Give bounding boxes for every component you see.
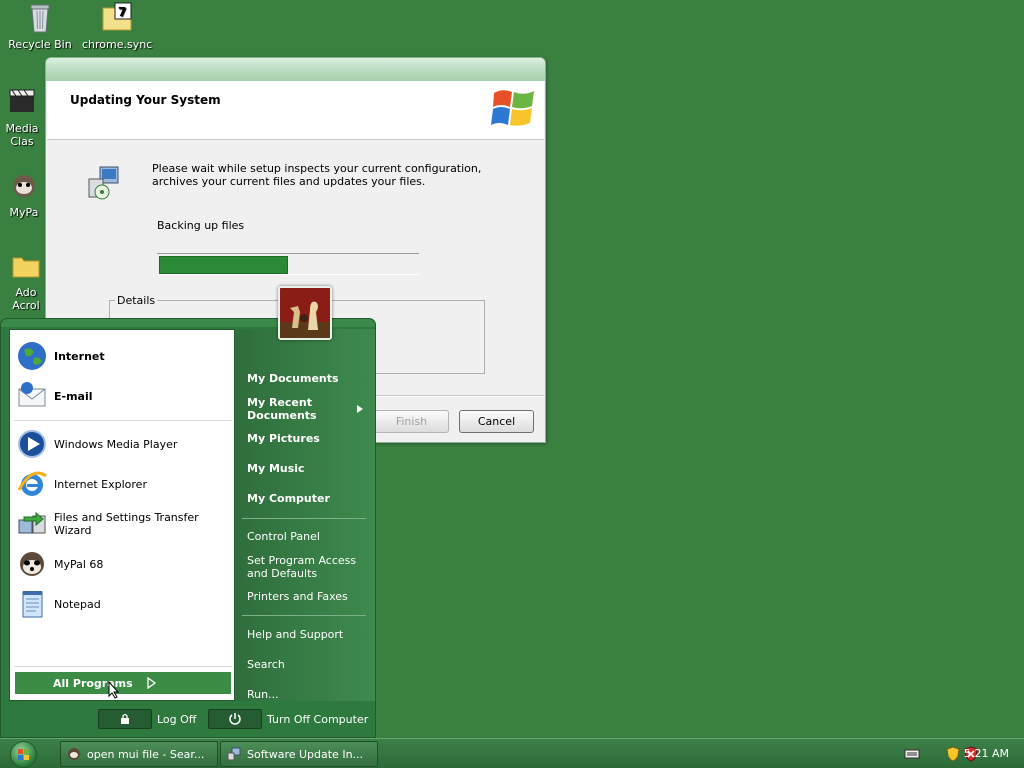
start-item-label: Notepad <box>54 597 101 611</box>
desktop-icon-media-classic[interactable]: Media Clas <box>0 86 45 148</box>
start-item-transfer-wizard[interactable]: Files and Settings Transfer Wizard <box>16 506 230 542</box>
power-icon <box>208 709 262 729</box>
log-off-button[interactable]: Log Off <box>98 709 196 729</box>
start-button[interactable] <box>10 741 37 768</box>
start-menu-right-pane: My Documents My Recent Documents My Pict… <box>236 329 375 701</box>
setup-icon <box>86 165 122 201</box>
all-programs-label: All Programs <box>53 676 133 690</box>
windows-logo-icon <box>490 85 538 133</box>
start-item-notepad[interactable]: Notepad <box>16 586 230 622</box>
start-menu-separator <box>242 615 366 616</box>
turn-off-label: Turn Off Computer <box>267 712 369 726</box>
start-menu: Internet E-mail Windows Media Player Int… <box>0 318 376 738</box>
desktop-icon-mypal[interactable]: MyPa <box>3 170 45 219</box>
start-menu-left-pane: Internet E-mail Windows Media Player Int… <box>9 329 235 701</box>
mouse-cursor <box>108 680 120 702</box>
start-link-my-music[interactable]: My Music <box>247 462 367 475</box>
desktop-icon-label: Media Clas <box>5 122 39 148</box>
dialog-header: Updating Your System <box>47 81 544 140</box>
chevron-right-icon <box>145 676 157 690</box>
all-programs-button[interactable]: All Programs <box>15 672 231 694</box>
desktop-icon-label: Ado Acrol <box>12 286 40 312</box>
desktop-icon-label: Recycle Bin <box>8 38 72 51</box>
chevron-right-icon <box>357 403 363 416</box>
start-link-my-documents[interactable]: My Documents <box>247 372 367 385</box>
email-icon <box>16 380 48 412</box>
recycle-bin-icon <box>24 2 56 34</box>
notepad-icon <box>16 588 48 620</box>
setup-icon <box>227 747 241 761</box>
start-link-my-computer[interactable]: My Computer <box>247 492 367 505</box>
start-item-windows-media-player[interactable]: Windows Media Player <box>16 426 230 462</box>
start-item-label: E-mail <box>54 389 93 403</box>
desktop-icon-label: chrome.sync <box>82 38 153 51</box>
start-link-search[interactable]: Search <box>247 658 367 671</box>
folder-icon <box>10 250 42 282</box>
log-off-label: Log Off <box>157 712 197 726</box>
start-item-label: Files and Settings Transfer Wizard <box>54 511 199 537</box>
taskbar-button-label: open mui file - Sear... <box>87 747 205 761</box>
start-menu-separator <box>14 420 232 421</box>
dialog-header-title: Updating Your System <box>70 93 221 107</box>
archive-icon: 7 <box>101 2 133 34</box>
taskbar-button-search[interactable]: open mui file - Sear... <box>60 741 218 767</box>
desktop-icon-label: MyPa <box>9 206 39 219</box>
start-item-label: MyPal 68 <box>54 557 104 571</box>
finish-button[interactable]: Finish <box>374 410 449 433</box>
dialog-titlebar[interactable] <box>46 58 545 81</box>
user-avatar[interactable] <box>278 286 332 340</box>
cancel-button[interactable]: Cancel <box>459 410 534 433</box>
windows-logo-icon <box>18 749 29 760</box>
start-item-internet[interactable]: Internet <box>16 338 230 374</box>
start-link-help-support[interactable]: Help and Support <box>247 628 367 641</box>
turn-off-button[interactable]: Turn Off Computer <box>208 709 368 729</box>
start-item-label: Windows Media Player <box>54 437 178 451</box>
progress-fill <box>159 256 288 274</box>
start-link-control-panel[interactable]: Control Panel <box>247 530 367 543</box>
transfer-wizard-icon <box>16 508 48 540</box>
dialog-status: Backing up files <box>157 219 245 232</box>
media-player-classic-icon <box>6 86 38 118</box>
start-link-my-recent-documents[interactable]: My Recent Documents <box>247 396 347 422</box>
desktop-icon-adobe[interactable]: Ado Acrol <box>4 250 48 312</box>
clock[interactable]: 5:21 AM <box>964 747 1009 760</box>
start-item-label: Internet Explorer <box>54 477 147 491</box>
start-link-my-pictures[interactable]: My Pictures <box>247 432 367 445</box>
desktop-icon-recycle-bin[interactable]: Recycle Bin <box>5 2 75 51</box>
dialog-message: Please wait while setup inspects your cu… <box>152 162 482 188</box>
start-menu-separator <box>14 666 232 667</box>
start-link-printers-faxes[interactable]: Printers and Faxes <box>247 590 367 603</box>
start-link-run[interactable]: Run... <box>247 688 367 701</box>
keyboard-icon[interactable] <box>904 748 920 763</box>
start-item-mypal[interactable]: MyPal 68 <box>16 546 230 582</box>
start-menu-separator <box>242 518 366 519</box>
start-menu-footer: Log Off Turn Off Computer <box>1 701 377 739</box>
desktop-icon-chrome-sync[interactable]: 7 chrome.sync <box>82 2 152 51</box>
start-item-internet-explorer[interactable]: Internet Explorer <box>16 466 230 502</box>
internet-explorer-icon <box>16 468 48 500</box>
start-item-label: Internet <box>54 349 105 363</box>
media-player-icon <box>16 428 48 460</box>
globe-icon <box>16 340 48 372</box>
taskbar-button-label: Software Update In... <box>247 747 364 761</box>
taskbar-button-software-update[interactable]: Software Update In... <box>220 741 378 767</box>
mypal-icon <box>8 170 40 202</box>
mypal-icon <box>16 548 48 580</box>
security-shield-icon[interactable] <box>946 746 960 765</box>
details-label: Details <box>115 294 158 307</box>
svg-text:7: 7 <box>118 5 126 19</box>
start-link-set-program-access[interactable]: Set Program Access and Defaults <box>247 554 367 580</box>
browser-icon <box>67 747 81 761</box>
start-item-email[interactable]: E-mail <box>16 378 230 414</box>
progress-bar <box>157 253 419 275</box>
lock-icon <box>98 709 152 729</box>
taskbar: open mui file - Sear... Software Update … <box>0 738 1024 768</box>
